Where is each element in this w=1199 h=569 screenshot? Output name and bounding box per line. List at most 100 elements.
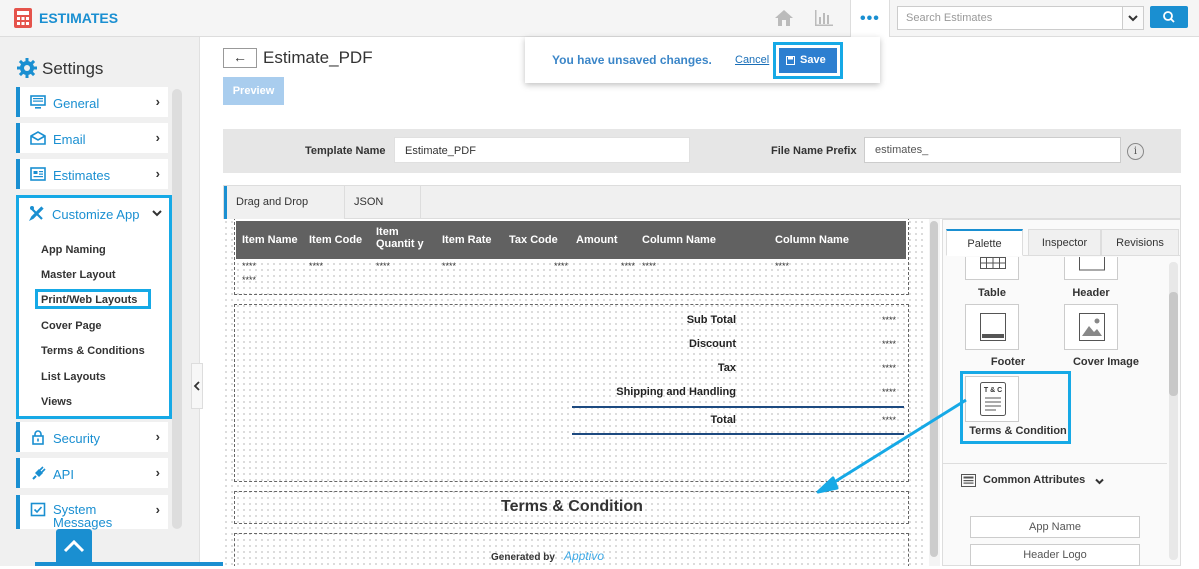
- back-button[interactable]: ←: [223, 48, 257, 68]
- apptivo-logo: Apptivo: [564, 549, 605, 563]
- subitem-app-naming[interactable]: App Naming: [41, 244, 106, 256]
- palette-terms-condition[interactable]: T & C: [965, 376, 1019, 422]
- common-attributes-label: Common Attributes: [983, 474, 1086, 486]
- chevron-left-icon: [193, 381, 200, 391]
- save-highlight: Save: [773, 42, 843, 79]
- file-name-prefix-label: File Name Prefix: [771, 145, 857, 157]
- canvas-scroll-thumb[interactable]: [930, 221, 938, 557]
- gear-icon: [17, 58, 37, 78]
- sidebar-item-general[interactable]: General ›: [16, 87, 168, 117]
- palette-table-label: Table: [978, 287, 1006, 299]
- preview-button[interactable]: Preview: [223, 77, 284, 105]
- panel-divider: [943, 463, 1167, 464]
- column-header: Item Name: [242, 234, 298, 246]
- terms-icon-text: T & C: [983, 387, 1003, 394]
- palette-header[interactable]: [1064, 257, 1118, 280]
- attribute-app-name[interactable]: App Name: [970, 516, 1140, 538]
- search-input[interactable]: Search Estimates: [897, 6, 1123, 30]
- palette-terms-condition-label: Terms & Condition: [969, 425, 1067, 437]
- discount-label: Discount: [688, 338, 736, 350]
- subitem-list-layouts[interactable]: List Layouts: [41, 371, 106, 383]
- panel-scroll-thumb[interactable]: [1169, 292, 1178, 396]
- sidebar-item-label: Customize App: [52, 207, 140, 222]
- table-cell: ****: [242, 275, 257, 285]
- info-icon[interactable]: i: [1127, 143, 1144, 160]
- tax-label: Tax: [717, 362, 736, 374]
- attribute-header-logo[interactable]: Header Logo: [970, 544, 1140, 566]
- table-cell: ****: [554, 261, 569, 271]
- canvas-scrollbar[interactable]: [929, 219, 940, 566]
- column-header: Amount: [576, 234, 618, 246]
- attributes-icon: [961, 474, 976, 487]
- sidebar-item-estimates[interactable]: Estimates ›: [16, 159, 168, 189]
- sidebar-item-label: System Messages: [53, 502, 113, 530]
- sidebar-scrollbar[interactable]: [172, 89, 182, 529]
- bar-chart-icon[interactable]: [813, 8, 835, 28]
- generated-by-label: Generated by: [491, 552, 555, 563]
- search-button[interactable]: [1150, 6, 1188, 28]
- column-header: Item Rate: [442, 234, 492, 246]
- subitem-terms-conditions[interactable]: Terms & Conditions: [41, 345, 145, 357]
- chevron-down-icon: [152, 210, 162, 217]
- column-header: Column Name: [775, 234, 849, 246]
- column-header: Item Code: [309, 234, 363, 246]
- terms-condition-heading: Terms & Condition: [501, 498, 643, 515]
- subitem-master-layout[interactable]: Master Layout: [41, 269, 116, 281]
- tab-json-editor[interactable]: JSON Editor: [345, 186, 421, 241]
- tab-revisions[interactable]: Revisions: [1101, 229, 1179, 256]
- chevron-right-icon: ›: [155, 502, 160, 517]
- plug-icon: [32, 466, 46, 480]
- tab-drag-and-drop-editor[interactable]: Drag and Drop Editor: [224, 186, 345, 241]
- cancel-link[interactable]: Cancel: [735, 54, 769, 66]
- collapse-sidebar-button[interactable]: [191, 363, 203, 409]
- tab-palette[interactable]: Palette: [946, 229, 1023, 256]
- tax-value: ****: [882, 363, 897, 373]
- chevron-right-icon: ›: [155, 429, 160, 444]
- editor-tabs: Drag and Drop Editor JSON Editor: [223, 185, 1181, 241]
- app-title[interactable]: ESTIMATES: [39, 10, 118, 26]
- subitem-views[interactable]: Views: [41, 396, 72, 408]
- chevron-down-icon: [1128, 15, 1138, 22]
- customize-app-section: Customize App App Naming Master Layout P…: [16, 195, 172, 419]
- home-icon[interactable]: [773, 8, 795, 28]
- save-button[interactable]: Save: [779, 48, 837, 73]
- chevron-right-icon: ›: [155, 94, 160, 109]
- column-header: Item Quantit y: [376, 226, 424, 250]
- palette-footer[interactable]: [965, 304, 1019, 350]
- document-icon: [30, 167, 46, 181]
- scroll-top-button[interactable]: [56, 529, 92, 566]
- search-dropdown-button[interactable]: [1122, 6, 1144, 30]
- unsaved-changes-popover: You have unsaved changes. Cancel Save: [525, 37, 880, 83]
- template-name-input[interactable]: Estimate_PDF: [394, 137, 690, 163]
- subitem-cover-page[interactable]: Cover Page: [41, 320, 102, 332]
- layout-canvas[interactable]: Item Name Item Code Item Quantit y Item …: [223, 219, 927, 566]
- monitor-icon: [30, 95, 46, 109]
- sidebar-item-customize-app[interactable]: Customize App: [19, 198, 169, 230]
- sidebar-item-email[interactable]: Email ›: [16, 123, 168, 153]
- sidebar-item-security[interactable]: Security ›: [16, 422, 168, 452]
- column-header: Tax Code: [509, 234, 558, 246]
- sidebar-item-system-messages[interactable]: System Messages ›: [16, 495, 168, 529]
- settings-sidebar: Settings General › Email › Estimates › C…: [0, 37, 203, 566]
- palette-header-label: Header: [1072, 287, 1110, 299]
- sidebar-item-api[interactable]: API ›: [16, 458, 168, 488]
- file-name-prefix-input[interactable]: estimates_: [864, 137, 1121, 163]
- more-dots-icon: •••: [860, 10, 880, 27]
- check-square-icon: [30, 502, 46, 517]
- palette-footer-label: Footer: [990, 356, 1026, 368]
- totals-block[interactable]: [234, 304, 909, 482]
- palette-cover-image[interactable]: [1064, 304, 1118, 350]
- total-label: Total: [710, 414, 736, 426]
- envelope-icon: [30, 131, 46, 145]
- unsaved-message: You have unsaved changes.: [552, 53, 712, 67]
- search-icon: [1163, 11, 1175, 23]
- subitem-print-web-layouts[interactable]: Print/Web Layouts: [41, 294, 137, 306]
- tab-inspector[interactable]: Inspector: [1028, 229, 1101, 256]
- table-cell: ****: [442, 261, 457, 271]
- table-cell: ****: [642, 261, 657, 271]
- more-options-button[interactable]: •••: [850, 0, 890, 37]
- palette-table[interactable]: [965, 257, 1019, 280]
- panel-scrollbar[interactable]: [1169, 262, 1178, 560]
- chevron-right-icon: ›: [155, 166, 160, 181]
- total-value: ****: [882, 415, 897, 425]
